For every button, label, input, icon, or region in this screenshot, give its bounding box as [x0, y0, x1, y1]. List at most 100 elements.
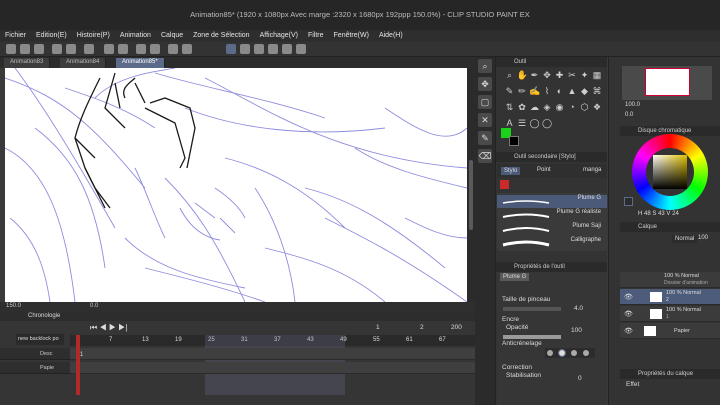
balloon-tool-icon[interactable]: ◯ [529, 118, 540, 129]
navigator-preview[interactable] [645, 68, 690, 96]
crop-icon[interactable] [296, 44, 306, 54]
pen-tool-icon[interactable]: ✒ [529, 70, 540, 81]
timeline-track-2[interactable] [70, 362, 475, 374]
frame-tool-icon[interactable]: ☰ [517, 118, 528, 129]
menu-item[interactable]: Histoire(P) [72, 30, 115, 42]
save-icon[interactable] [34, 44, 44, 54]
play-icon[interactable]: ▶ [109, 323, 116, 332]
brush-size-slider[interactable] [503, 307, 561, 311]
cloud-tool-icon[interactable]: ☁ [529, 102, 540, 113]
layer-paper[interactable]: 👁 Papier [620, 323, 720, 339]
perspective-icon[interactable] [268, 44, 278, 54]
deco-tool-icon[interactable]: ✿ [517, 102, 528, 113]
zoom-value[interactable]: 150.0 [6, 303, 21, 309]
cut-tool-icon[interactable]: ✂ [567, 70, 578, 81]
hex-tool-icon[interactable]: ⬡ [579, 102, 590, 113]
first-frame-icon[interactable]: ⏮ [90, 323, 97, 332]
zoom-tool-icon[interactable]: ⌕ [504, 70, 515, 81]
eye-icon[interactable]: 👁 [624, 327, 633, 335]
color-v-value[interactable]: 24 [672, 211, 679, 217]
color-h-value[interactable]: 48 [644, 211, 651, 217]
drawing-canvas[interactable] [5, 68, 467, 302]
antialias-none-icon[interactable] [547, 350, 553, 356]
antialias-low-icon[interactable] [558, 349, 566, 357]
navigator-zoom[interactable]: 100.0 [625, 102, 640, 108]
eye-icon[interactable]: 👁 [624, 310, 633, 318]
color-swatch-box[interactable] [624, 197, 633, 206]
settings-icon[interactable] [182, 44, 192, 54]
tab-animation84[interactable]: Animation84 [60, 58, 107, 68]
menu-item[interactable]: Zone de Sélection [188, 30, 254, 42]
menu-item[interactable]: Filtre [303, 30, 329, 42]
move-tool-icon[interactable]: ✥ [542, 70, 553, 81]
opacity-slider[interactable] [503, 335, 561, 339]
subtool-tab-point[interactable]: Point [537, 167, 551, 173]
zoom-tool-icon[interactable]: ⌕ [478, 59, 492, 73]
subtool-tab-stylo[interactable]: Stylo [501, 167, 521, 175]
rotation-value[interactable]: 0.0 [90, 303, 98, 309]
canvas-scroll-thumb[interactable] [469, 160, 473, 230]
grid-tool-icon[interactable]: ▦ [592, 70, 603, 81]
opacity-value[interactable]: 100 [571, 327, 582, 334]
lasso-icon[interactable] [240, 44, 250, 54]
grid-icon[interactable] [254, 44, 264, 54]
select-icon[interactable] [168, 44, 178, 54]
redo-icon[interactable] [66, 44, 76, 54]
blend-tool-icon[interactable]: ◐ [554, 86, 565, 97]
command-tool-icon[interactable]: ⌘ [592, 86, 603, 97]
open-file-icon[interactable] [20, 44, 30, 54]
pencil-tool-icon[interactable]: ✎ [504, 86, 515, 97]
transform-icon[interactable] [104, 44, 114, 54]
menu-item[interactable]: Animation [115, 30, 156, 42]
ruler-icon[interactable] [136, 44, 146, 54]
antialias-high-icon[interactable] [583, 350, 589, 356]
timeline-layer-paper[interactable]: Papie [0, 362, 70, 374]
timeline-track-select[interactable]: new backlock po [16, 334, 64, 345]
menu-item[interactable]: Fichier [0, 30, 31, 42]
layer-1[interactable]: 👁 100 % Normal 1 [620, 306, 720, 322]
navigator-rotation[interactable]: 0.0 [625, 112, 633, 118]
flip-tool-icon[interactable]: ⇅ [504, 102, 515, 113]
layer-animation-folder[interactable]: 100 % Normal Dossier d'animation [620, 272, 720, 288]
menu-item[interactable]: Calque [156, 30, 188, 42]
next-frame-icon[interactable]: ▶| [118, 323, 127, 332]
gradient-tool-icon[interactable]: ◔ [567, 102, 578, 113]
stabilization-value[interactable]: 0 [578, 375, 582, 382]
sub-color-swatch[interactable] [509, 136, 519, 146]
prev-frame-icon[interactable]: ◀ [99, 323, 106, 332]
blend-mode-select[interactable]: Normal [672, 235, 698, 243]
ruler-tool-icon[interactable]: ◯ [542, 118, 553, 129]
hand-tool-icon[interactable]: ✋ [517, 70, 528, 81]
eraser-tool-icon[interactable]: ⌫ [478, 149, 492, 163]
menu-item[interactable]: Fenêtre(W) [329, 30, 374, 42]
eyedropper-tool-icon[interactable]: ✎ [478, 131, 492, 145]
pattern-tool-icon[interactable]: ❖ [592, 102, 603, 113]
snap-icon[interactable] [150, 44, 160, 54]
select-tool-icon[interactable]: ✚ [554, 70, 565, 81]
subtool-tab-manga[interactable]: manga [583, 167, 601, 173]
ink-tool-icon[interactable]: ✍ [529, 86, 540, 97]
move-tool-icon[interactable]: ✥ [478, 77, 492, 91]
layer-2[interactable]: 👁 100 % Normal 2 [620, 289, 720, 305]
timeline-playhead[interactable] [76, 335, 80, 395]
circle-tool-icon[interactable]: ◉ [554, 102, 565, 113]
fill-tool-icon[interactable]: ▲ [567, 86, 578, 97]
color-saturation-square[interactable] [653, 155, 687, 189]
eye-icon[interactable]: 👁 [624, 293, 633, 301]
menu-item[interactable]: Affichage(V) [255, 30, 303, 42]
marquee-tool-icon[interactable]: ▢ [478, 95, 492, 109]
antialias-mid-icon[interactable] [571, 350, 577, 356]
color-s-value[interactable]: 43 [658, 211, 665, 217]
brush-tool-icon[interactable]: ✏ [517, 86, 528, 97]
brush-size-value[interactable]: 4.0 [574, 305, 583, 312]
new-file-icon[interactable] [6, 44, 16, 54]
tab-animation85[interactable]: Animation85* [116, 58, 165, 68]
lasso-tool-icon[interactable]: ✕ [478, 113, 492, 127]
antialias-selector[interactable] [545, 348, 595, 358]
undo-icon[interactable] [52, 44, 62, 54]
shape-tool-icon[interactable]: ◆ [579, 86, 590, 97]
tab-animation83[interactable]: Animation83 [4, 58, 51, 68]
fill-icon[interactable] [118, 44, 128, 54]
timeline-layer-desc[interactable]: Desc [0, 348, 70, 360]
menu-item[interactable]: Edition(E) [31, 30, 72, 42]
